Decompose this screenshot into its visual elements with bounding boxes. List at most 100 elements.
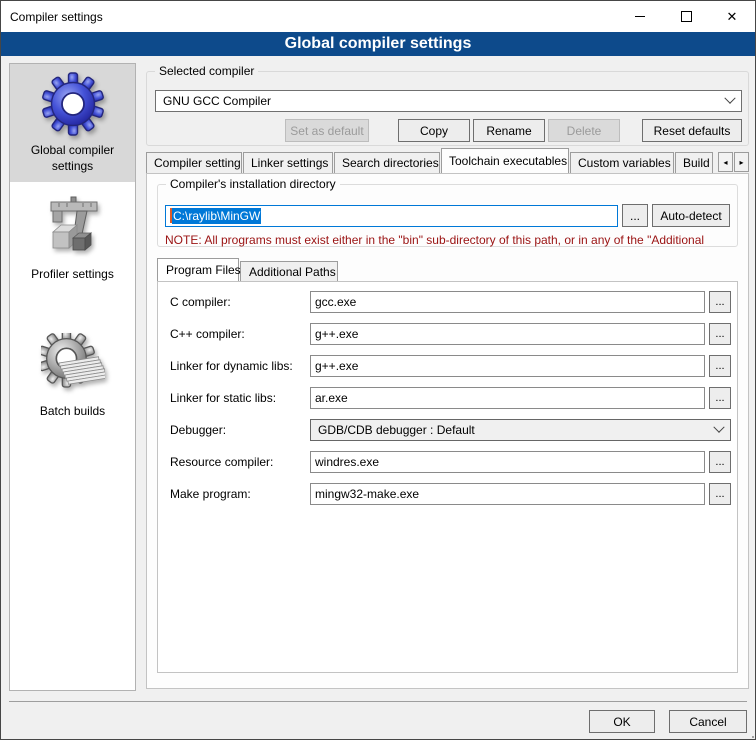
ok-button[interactable]: OK xyxy=(589,710,655,733)
ellipsis-icon: ... xyxy=(715,488,724,500)
caliper-cubes-icon xyxy=(40,195,106,261)
selected-compiler-dropdown[interactable]: GNU GCC Compiler xyxy=(155,90,742,112)
cancel-button[interactable]: Cancel xyxy=(669,710,747,733)
button-label: OK xyxy=(613,715,630,729)
field-row-debugger: Debugger: GDB/CDB debugger : Default xyxy=(162,419,731,441)
blue-gear-icon xyxy=(40,71,106,137)
field-label: Make program: xyxy=(162,487,310,501)
resize-grip[interactable] xyxy=(748,732,750,734)
browse-resource-compiler-button[interactable]: ... xyxy=(709,451,731,473)
make-program-input[interactable]: mingw32-make.exe xyxy=(310,483,705,505)
minimize-button[interactable] xyxy=(617,1,663,32)
tab-label: Toolchain executables xyxy=(449,154,567,168)
ellipsis-icon: ... xyxy=(715,296,724,308)
copy-button[interactable]: Copy xyxy=(398,119,470,142)
selected-compiler-group: Selected compiler GNU GCC Compiler Set a… xyxy=(146,71,749,146)
field-value: GDB/CDB debugger : Default xyxy=(318,423,475,437)
tab-build-options-clipped[interactable]: Build options xyxy=(675,152,713,173)
window-controls: ✕ xyxy=(617,1,755,32)
delete-button[interactable]: Delete xyxy=(548,119,620,142)
tab-scroll-left-button[interactable]: ◂ xyxy=(718,152,733,172)
ellipsis-icon: ... xyxy=(715,360,724,372)
sidebar-item-global-compiler-settings[interactable]: Global compiler settings xyxy=(10,64,135,182)
field-value: g++.exe xyxy=(315,327,358,341)
chevron-down-icon xyxy=(724,93,735,104)
c-compiler-input[interactable]: gcc.exe xyxy=(310,291,705,313)
field-label: Resource compiler: xyxy=(162,455,310,469)
maximize-button[interactable] xyxy=(663,1,709,32)
tab-label: Compiler settings xyxy=(154,156,242,170)
selected-path-text: C:\raylib\MinGW xyxy=(172,208,261,224)
reset-defaults-button[interactable]: Reset defaults xyxy=(642,119,742,142)
button-label: Auto-detect xyxy=(660,209,721,223)
field-row-linker-dynamic: Linker for dynamic libs: g++.exe ... xyxy=(162,355,731,377)
rename-button[interactable]: Rename xyxy=(473,119,545,142)
program-files-panel: C compiler: gcc.exe ... C++ compiler: g+… xyxy=(157,281,738,673)
tab-custom-variables[interactable]: Custom variables xyxy=(570,152,674,173)
tab-program-files[interactable]: Program Files xyxy=(157,258,239,281)
field-value: ar.exe xyxy=(315,391,348,405)
banner-title: Global compiler settings xyxy=(285,35,472,53)
footer-separator xyxy=(9,701,747,702)
field-value: g++.exe xyxy=(315,359,358,373)
installation-directory-input[interactable]: C:\raylib\MinGW xyxy=(165,205,618,227)
group-title: Compiler's installation directory xyxy=(166,177,340,191)
browse-cpp-compiler-button[interactable]: ... xyxy=(709,323,731,345)
arrow-right-icon: ▸ xyxy=(739,158,743,167)
ellipsis-icon: ... xyxy=(630,209,640,223)
browse-make-program-button[interactable]: ... xyxy=(709,483,731,505)
toolchain-executables-panel: Compiler's installation directory C:\ray… xyxy=(146,173,749,689)
cpp-compiler-input[interactable]: g++.exe xyxy=(310,323,705,345)
linker-dynamic-input[interactable]: g++.exe xyxy=(310,355,705,377)
button-label: Copy xyxy=(420,124,448,138)
button-label: Reset defaults xyxy=(654,124,731,138)
tab-search-directories[interactable]: Search directories xyxy=(334,152,440,173)
browse-directory-button[interactable]: ... xyxy=(622,204,648,227)
browse-linker-static-button[interactable]: ... xyxy=(709,387,731,409)
button-label: Cancel xyxy=(689,715,726,729)
bin-subdirectory-note: NOTE: All programs must exist either in … xyxy=(165,233,737,247)
field-value: mingw32-make.exe xyxy=(315,487,419,501)
tab-compiler-settings[interactable]: Compiler settings xyxy=(146,152,242,173)
close-icon: ✕ xyxy=(727,10,738,23)
field-row-cpp-compiler: C++ compiler: g++.exe ... xyxy=(162,323,731,345)
browse-linker-dynamic-button[interactable]: ... xyxy=(709,355,731,377)
arrow-left-icon: ◂ xyxy=(723,158,727,167)
debugger-dropdown[interactable]: GDB/CDB debugger : Default xyxy=(310,419,731,441)
field-row-c-compiler: C compiler: gcc.exe ... xyxy=(162,291,731,313)
group-title: Selected compiler xyxy=(155,64,258,78)
tab-label: Program Files xyxy=(166,263,241,277)
ellipsis-icon: ... xyxy=(715,456,724,468)
button-label: Rename xyxy=(486,124,531,138)
maximize-icon xyxy=(681,11,692,22)
selected-compiler-value: GNU GCC Compiler xyxy=(163,94,271,108)
field-value: windres.exe xyxy=(315,455,379,469)
field-row-linker-static: Linker for static libs: ar.exe ... xyxy=(162,387,731,409)
close-button[interactable]: ✕ xyxy=(709,1,755,32)
resource-compiler-input[interactable]: windres.exe xyxy=(310,451,705,473)
auto-detect-button[interactable]: Auto-detect xyxy=(652,204,730,227)
sidebar-item-label: Profiler settings xyxy=(31,267,114,283)
field-label: Linker for static libs: xyxy=(162,391,310,405)
settings-category-list: Global compiler settings xyxy=(9,63,136,691)
field-value: gcc.exe xyxy=(315,295,356,309)
chevron-down-icon xyxy=(713,422,724,433)
field-label: C compiler: xyxy=(162,295,310,309)
field-label: Linker for dynamic libs: xyxy=(162,359,310,373)
compiler-settings-dialog: Compiler settings ✕ Global compiler sett… xyxy=(0,0,756,740)
tab-label: Linker settings xyxy=(251,156,328,170)
set-as-default-button[interactable]: Set as default xyxy=(285,119,369,142)
sidebar-item-batch-builds[interactable]: Batch builds xyxy=(10,325,135,428)
browse-c-compiler-button[interactable]: ... xyxy=(709,291,731,313)
sidebar-item-label: Batch builds xyxy=(40,404,105,420)
sidebar-item-profiler-settings[interactable]: Profiler settings xyxy=(10,188,135,291)
button-label: Set as default xyxy=(290,124,363,138)
tab-label: Custom variables xyxy=(578,156,671,170)
minimize-icon xyxy=(635,16,645,17)
tab-linker-settings[interactable]: Linker settings xyxy=(243,152,333,173)
tab-scroll-right-button[interactable]: ▸ xyxy=(734,152,749,172)
tab-toolchain-executables[interactable]: Toolchain executables xyxy=(441,148,569,173)
tab-label: Search directories xyxy=(342,156,439,170)
linker-static-input[interactable]: ar.exe xyxy=(310,387,705,409)
tab-additional-paths[interactable]: Additional Paths xyxy=(240,261,338,281)
